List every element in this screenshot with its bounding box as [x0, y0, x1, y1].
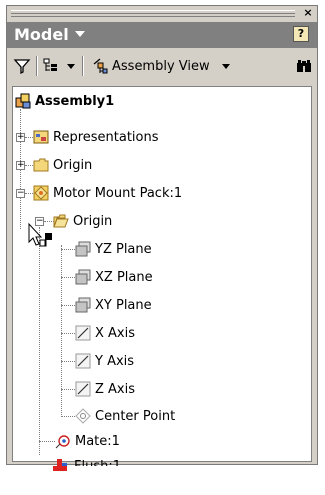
tree-item-label: XZ Plane — [95, 269, 153, 285]
grip-lines — [11, 10, 295, 17]
close-button[interactable]: × — [301, 7, 315, 19]
subassembly-icon — [33, 185, 49, 201]
browser-toolbar: Assembly View — [7, 50, 317, 82]
axis-icon — [75, 325, 91, 341]
tree-item-label: Representations — [53, 129, 159, 145]
mouse-pointer-icon — [28, 222, 52, 247]
axis-icon — [75, 381, 91, 397]
axis-icon — [75, 353, 91, 369]
tree-connector — [61, 333, 75, 334]
tree-item-center-point[interactable]: Center Point — [75, 406, 175, 426]
tree-item-label: Mate:1 — [75, 433, 120, 449]
browser-header: Model ? — [7, 22, 317, 48]
bottom-edge — [0, 466, 325, 495]
tree-item-x-axis[interactable]: X Axis — [75, 323, 135, 343]
folder-icon — [33, 158, 49, 172]
find-button[interactable] — [296, 56, 312, 76]
tree-connector — [61, 416, 75, 417]
tree-item-label: Center Point — [95, 408, 176, 424]
panel-grip-bar[interactable]: × — [7, 6, 317, 21]
help-button[interactable]: ? — [293, 26, 309, 42]
tree-item-label: Origin — [73, 213, 113, 229]
plane-icon — [75, 269, 91, 285]
tree-item-mate[interactable]: Mate:1 — [55, 431, 120, 451]
expand-toggle[interactable]: + — [16, 161, 25, 170]
tree-item-representations[interactable]: Representations — [33, 127, 159, 147]
display-options-button[interactable] — [42, 56, 75, 76]
assembly-view-icon — [93, 58, 108, 74]
assembly-view-label: Assembly View — [112, 58, 210, 74]
filter-button[interactable] — [13, 56, 31, 76]
tree-item-yz-plane[interactable]: YZ Plane — [75, 239, 152, 259]
browser-title-dropdown[interactable]: Model — [14, 25, 85, 44]
tree-item-xy-plane[interactable]: XY Plane — [75, 295, 152, 315]
funnel-icon — [13, 59, 31, 75]
tree-item-xz-plane[interactable]: XZ Plane — [75, 267, 153, 287]
tree-display-icon — [43, 58, 57, 71]
tree-item-label: Y Axis — [95, 353, 135, 369]
chevron-down-icon — [67, 63, 75, 69]
model-browser-panel: × Model ? Assembly View Assembly1 + Repr… — [6, 5, 318, 474]
tree-item-motor-mount-pack[interactable]: Motor Mount Pack:1 — [33, 183, 182, 203]
tree-connector — [61, 361, 75, 362]
collapse-toggle[interactable]: − — [16, 189, 25, 198]
representations-icon — [33, 130, 49, 144]
toolbar-separator — [82, 56, 84, 76]
chevron-down-icon — [74, 31, 85, 37]
assembly-icon — [15, 93, 31, 109]
binoculars-icon — [297, 60, 311, 72]
tree-connector — [39, 441, 55, 442]
tree-item-label: Origin — [53, 157, 93, 173]
tree-item-label: X Axis — [95, 325, 136, 341]
tree-item-origin[interactable]: Origin — [33, 155, 92, 175]
expand-toggle[interactable]: + — [16, 133, 25, 142]
assembly-view-dropdown[interactable]: Assembly View — [91, 56, 230, 76]
tree-item-label: XY Plane — [95, 297, 152, 313]
tree-item-z-axis[interactable]: Z Axis — [75, 379, 135, 399]
tree-item-y-axis[interactable]: Y Axis — [75, 351, 134, 371]
tree-item-label: Motor Mount Pack:1 — [53, 185, 183, 201]
tree-connector — [61, 389, 75, 390]
chevron-down-icon — [221, 63, 230, 69]
browser-title: Model — [14, 25, 69, 44]
tree-item-label: Assembly1 — [35, 93, 115, 109]
plane-icon — [75, 241, 91, 257]
toolbar-separator — [36, 56, 38, 76]
tree-item-label: Z Axis — [95, 381, 136, 397]
tree-item-label: YZ Plane — [95, 241, 152, 257]
tree-connector — [61, 305, 75, 306]
plane-icon — [75, 297, 91, 313]
tree-connector — [61, 277, 75, 278]
partial-icon — [53, 466, 67, 471]
point-icon — [75, 408, 91, 424]
tree-connector — [39, 227, 40, 455]
mate-constraint-icon — [55, 435, 70, 449]
tree-item-assembly1[interactable]: Assembly1 — [15, 91, 114, 111]
browser-tree[interactable]: Assembly1 + Representations + Origin − M… — [12, 86, 312, 462]
